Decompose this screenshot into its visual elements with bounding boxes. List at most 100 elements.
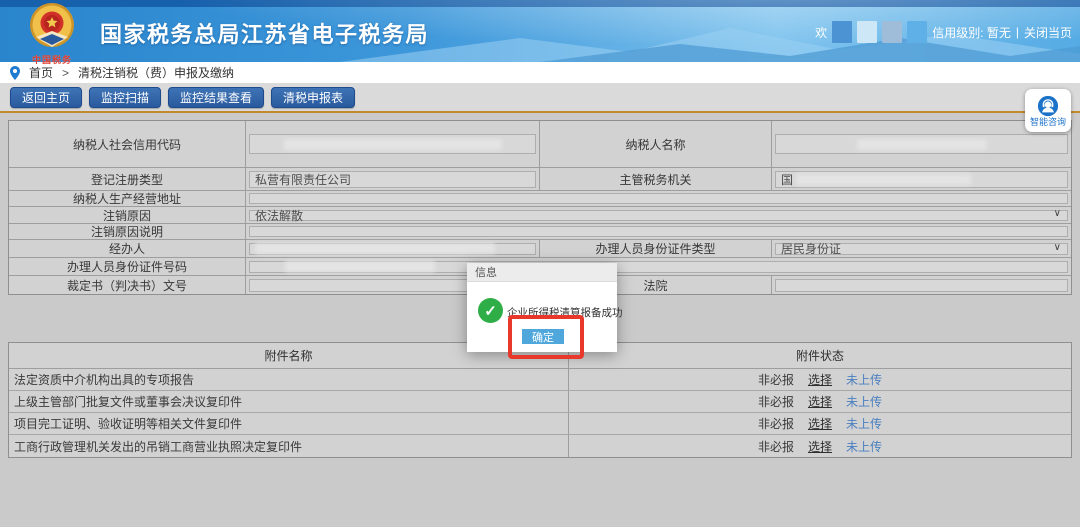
choose-file-link[interactable]: 选择 xyxy=(808,438,832,455)
credit-level-text: 信用级别: 暂无 xyxy=(932,24,1011,41)
required-flag: 非必报 xyxy=(758,393,794,410)
attachment-row: 项目完工证明、验收证明等相关文件复印件 非必报 选择 未上传 xyxy=(9,413,1071,435)
attachment-status-cell: 非必报 选择 未上传 xyxy=(569,435,1071,457)
chevron-down-icon: ∨ xyxy=(1054,209,1061,219)
monitor-scan-button[interactable]: 监控扫描 xyxy=(89,87,161,108)
smart-consult-widget[interactable]: 智能咨询 xyxy=(1025,89,1071,132)
id-type-select[interactable]: 居民身份证 ∨ xyxy=(775,243,1068,255)
page: 中国税务 国家税务总局江苏省电子税务局 欢 信用级别: 暂无 | 关闭当页 首页… xyxy=(0,0,1080,527)
credit-code-label: 纳税人社会信用代码 xyxy=(9,121,246,167)
redacted-username-block xyxy=(882,21,902,43)
redacted-value-block xyxy=(255,243,495,254)
attachment-row: 法定资质中介机构出具的专项报告 非必报 选择 未上传 xyxy=(9,369,1071,391)
tax-emblem-icon xyxy=(28,2,76,50)
info-dialog: 信息 ✓ 企业所得税清算报备成功 确定 xyxy=(467,263,617,352)
attachment-status-header: 附件状态 xyxy=(569,343,1071,368)
attachment-row: 上级主管部门批复文件或董事会决议复印件 非必报 选择 未上传 xyxy=(9,391,1071,413)
tax-authority-input[interactable]: 国 xyxy=(775,171,1068,188)
redacted-value-block xyxy=(857,139,987,150)
attachment-name: 上级主管部门批复文件或董事会决议复印件 xyxy=(9,391,569,412)
cancel-reason-desc-input[interactable] xyxy=(249,226,1068,237)
dialog-message: 企业所得税清算报备成功 xyxy=(507,305,623,320)
required-flag: 非必报 xyxy=(758,438,794,455)
reg-type-label: 登记注册类型 xyxy=(9,168,246,190)
cancel-reason-desc-label: 注销原因说明 xyxy=(9,224,246,239)
address-input[interactable] xyxy=(249,193,1068,204)
return-home-button[interactable]: 返回主页 xyxy=(10,87,82,108)
reg-type-input[interactable]: 私营有限责任公司 xyxy=(249,171,536,188)
form-cell xyxy=(772,276,1071,294)
header-divider: | xyxy=(1016,25,1019,39)
taxpayer-name-input[interactable] xyxy=(775,134,1068,154)
attachments-table: 附件名称 附件状态 法定资质中介机构出具的专项报告 非必报 选择 未上传 上级主… xyxy=(8,342,1072,458)
chevron-down-icon: ∨ xyxy=(1054,243,1061,253)
id-number-label: 办理人员身份证件号码 xyxy=(9,258,246,275)
ruling-doc-label: 裁定书（判决书）文号 xyxy=(9,276,246,294)
form-cell xyxy=(246,258,1071,275)
tax-bureau-logo: 中国税务 xyxy=(13,2,91,62)
redacted-value-block xyxy=(796,174,971,185)
site-title: 国家税务总局江苏省电子税务局 xyxy=(100,17,429,49)
form-cell: 居民身份证 ∨ xyxy=(772,240,1071,257)
breadcrumb-current: 清税注销税（费）申报及缴纳 xyxy=(78,64,234,81)
tax-authority-value: 国 xyxy=(781,171,793,188)
upload-status: 未上传 xyxy=(846,393,882,410)
attachment-row: 工商行政管理机关发出的吊销工商营业执照决定复印件 非必报 选择 未上传 xyxy=(9,435,1071,457)
reg-type-value: 私营有限责任公司 xyxy=(255,171,351,188)
toolbar: 返回主页 监控扫描 监控结果查看 清税申报表 xyxy=(0,83,1080,113)
success-check-icon: ✓ xyxy=(478,298,503,323)
ok-button[interactable]: 确定 xyxy=(522,329,564,344)
cancel-reason-value: 依法解散 xyxy=(255,207,303,224)
attachment-name: 法定资质中介机构出具的专项报告 xyxy=(9,369,569,390)
form-cell xyxy=(246,240,540,257)
dialog-title: 信息 xyxy=(467,263,617,282)
form-row: 经办人 办理人员身份证件类型 居民身份证 ∨ xyxy=(9,240,1071,258)
tax-authority-label: 主管税务机关 xyxy=(540,168,772,190)
attachment-status-cell: 非必报 选择 未上传 xyxy=(569,391,1071,412)
cancel-reason-select[interactable]: 依法解散 ∨ xyxy=(249,210,1068,221)
form-cell xyxy=(246,224,1071,239)
redacted-username-block xyxy=(857,21,877,43)
form-cell: 国 xyxy=(772,168,1071,190)
attachment-status-cell: 非必报 选择 未上传 xyxy=(569,369,1071,390)
credit-code-input[interactable] xyxy=(249,134,536,154)
cancel-reason-label: 注销原因 xyxy=(9,207,246,223)
breadcrumb-home[interactable]: 首页 xyxy=(29,64,53,81)
choose-file-link[interactable]: 选择 xyxy=(808,415,832,432)
agent-input[interactable] xyxy=(249,243,536,255)
dialog-body: ✓ 企业所得税清算报备成功 确定 xyxy=(467,282,617,352)
choose-file-link[interactable]: 选择 xyxy=(808,393,832,410)
close-page-link[interactable]: 关闭当页 xyxy=(1024,24,1072,41)
id-number-input[interactable] xyxy=(249,261,1068,273)
id-type-label: 办理人员身份证件类型 xyxy=(540,240,772,257)
form-row: 注销原因说明 xyxy=(9,224,1071,240)
logo-caption: 中国税务 xyxy=(13,53,91,66)
choose-file-link[interactable]: 选择 xyxy=(808,371,832,388)
monitor-result-view-button[interactable]: 监控结果查看 xyxy=(168,87,264,108)
smart-consult-label: 智能咨询 xyxy=(1030,118,1066,127)
redacted-username-block xyxy=(907,21,927,43)
location-pin-icon xyxy=(10,66,20,80)
form-cell: 私营有限责任公司 xyxy=(246,168,540,190)
upload-status: 未上传 xyxy=(846,438,882,455)
header-user-bar: 欢 信用级别: 暂无 | 关闭当页 xyxy=(815,21,1072,43)
redacted-value-block xyxy=(285,261,435,272)
breadcrumb-separator: > xyxy=(62,66,69,80)
redacted-value-block xyxy=(284,139,502,150)
required-flag: 非必报 xyxy=(758,415,794,432)
form-cell xyxy=(246,121,540,167)
form-cell: 依法解散 ∨ xyxy=(246,207,1071,223)
required-flag: 非必报 xyxy=(758,371,794,388)
tax-clearance-form-button[interactable]: 清税申报表 xyxy=(271,87,355,108)
form-row: 纳税人社会信用代码 纳税人名称 xyxy=(9,121,1071,168)
address-label: 纳税人生产经营地址 xyxy=(9,191,246,206)
form-cell xyxy=(246,191,1071,206)
header: 中国税务 国家税务总局江苏省电子税务局 欢 信用级别: 暂无 | 关闭当页 xyxy=(0,0,1080,62)
upload-status: 未上传 xyxy=(846,415,882,432)
taxpayer-name-label: 纳税人名称 xyxy=(540,121,772,167)
court-input[interactable] xyxy=(775,279,1068,292)
upload-status: 未上传 xyxy=(846,371,882,388)
attachment-name: 项目完工证明、验收证明等相关文件复印件 xyxy=(9,413,569,434)
redacted-username-block xyxy=(832,21,852,43)
customer-service-headset-icon xyxy=(1037,95,1059,117)
